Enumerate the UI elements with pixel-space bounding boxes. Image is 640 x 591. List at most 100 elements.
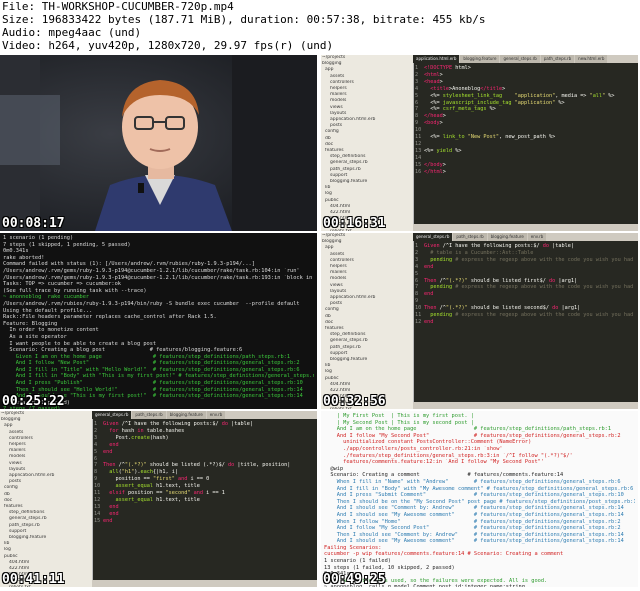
line-number: 4 [415, 263, 419, 270]
line-number: 4 [415, 85, 419, 92]
editor-tab[interactable]: env.rb [527, 233, 547, 241]
editor-tab[interactable]: blogging.feature [166, 411, 206, 419]
code-line: 8 </head> [415, 113, 636, 120]
terminal-output[interactable]: | My First Post | This is my first post.… [321, 411, 638, 587]
editor-tab[interactable]: general_steps.rb [413, 233, 453, 241]
code-text: pending # express the regexp above with … [430, 312, 634, 319]
editor-tab[interactable]: env.rb [206, 411, 226, 419]
line-number: 5 [415, 270, 419, 277]
code-text: end [424, 291, 434, 298]
line-number: 8 [415, 291, 419, 298]
editor-tab[interactable]: blogging.feature [460, 55, 500, 63]
editor-tab[interactable]: general_steps.rb [92, 411, 132, 419]
editor-tab[interactable]: path_steps.rb [132, 411, 166, 419]
terminal-line: rake aborted! [3, 254, 45, 261]
line-number: 13 [94, 503, 101, 510]
terminal-line: And I should see "Comment by: Andrew" # … [324, 505, 624, 512]
code-text: <%= link_to "New Post", new_post_path %> [424, 134, 556, 141]
terminal-line: When I fill in "Name" with "Andrew" # fe… [324, 478, 621, 485]
code-text: <title>Anoneblog</title> [430, 85, 506, 92]
terminal-output[interactable]: 1 scenario (1 pending) 7 steps (1 skipped… [0, 233, 317, 409]
terminal-line: And I am on the home page # features/ste… [324, 426, 612, 433]
terminal-line: (See full trace by running task with --t… [3, 287, 147, 294]
line-number: 10 [415, 127, 422, 134]
code-line: 15 </body> [415, 162, 636, 169]
line-number: 1 [415, 243, 419, 249]
timestamp: 00:41:11 [2, 572, 65, 587]
terminal-line: @wip [324, 465, 344, 472]
timestamp: 00:25:22 [2, 394, 65, 409]
code-text: <body> [424, 120, 443, 127]
line-number: 7 [94, 462, 98, 469]
editor-tab[interactable]: general_steps.rb [500, 55, 540, 63]
code-line: 2 <html> [415, 72, 636, 79]
timestamp: 00:49:25 [323, 572, 386, 587]
line-number: 2 [415, 71, 419, 78]
line-number: 3 [94, 434, 98, 441]
code-area[interactable]: 1 Given /^I have the following posts:$/ d… [415, 243, 636, 401]
terminal-line: Scenario: Creating a comment # features/… [324, 472, 564, 479]
code-line: 6 [94, 456, 315, 463]
code-line: 15 end [94, 518, 315, 525]
editor-tab[interactable]: new.html.erb [575, 55, 608, 63]
thumbnail-5: ~/projects blogging app assets controllers he… [0, 411, 317, 587]
code-text: <%= javascript_include_tag "application"… [424, 99, 565, 106]
code-line: 4 <title>Anoneblog</title> [415, 86, 636, 93]
code-text: Given /^I have the following posts:$/ do… [424, 243, 574, 249]
file-size: Size: 196833422 bytes (187.71 MiB), dura… [2, 13, 486, 26]
line-number: 15 [415, 161, 422, 168]
terminal-line: Rack::File headers parameter replaces ca… [3, 314, 217, 321]
code-line: 3 Post.create(hash) [94, 435, 315, 442]
terminal-line: uninitialized constant PostsController::… [324, 439, 532, 446]
project-sidebar[interactable]: ~/projects blogging app assets controllers he… [321, 233, 414, 409]
code-area[interactable]: 1 <!DOCTYPE html> 2 <html> 3 <head> 4 <title>A… [415, 65, 636, 223]
thumbnail-2: ~/projects blogging app assets controllers he… [321, 55, 638, 231]
code-line: 10 [415, 127, 636, 134]
code-line: 12 end [415, 319, 636, 326]
terminal-line: | My Second Post | This is my second pos… [324, 419, 474, 426]
line-number: 15 [94, 517, 101, 524]
terminal-line: And I should see "My Awesome comment" # … [324, 511, 624, 518]
terminal-line: Tasks: TOP => cucumber => cucumber:ok [3, 281, 121, 288]
code-line: 11 elsif position == "second" and i == 1 [94, 490, 315, 497]
code-line: 8 end [415, 291, 636, 298]
terminal-line: Using the default profile... [3, 307, 93, 314]
terminal-line: ./features/step_definitions/general_step… [324, 452, 573, 459]
code-text: assert_equal h1.text, title [115, 496, 200, 503]
line-number: 2 [94, 427, 98, 434]
project-sidebar[interactable]: ~/projects blogging app assets controllers he… [0, 411, 93, 587]
code-area[interactable]: 1 Given /^I have the following posts:$/ d… [94, 421, 315, 579]
editor-tab[interactable]: blogging.feature [487, 233, 527, 241]
terminal-line: Feature: Blogging [3, 320, 58, 327]
line-number: 1 [415, 65, 419, 71]
editor-tabs[interactable]: general_steps.rb path_steps.rb blogging.fe… [413, 233, 638, 241]
terminal-line: Scenario: Creating a blog post # feature… [3, 347, 243, 354]
code-text: end [424, 318, 434, 325]
thumbnail-3: 1 scenario (1 pending) 7 steps (1 skipped… [0, 233, 317, 409]
terminal-line: And I fill in "Body" with "My Awesome co… [324, 485, 634, 492]
project-sidebar[interactable]: ~/projects blogging app assets controllers he… [321, 55, 414, 231]
code-text: </body> [424, 161, 446, 168]
status-bar [413, 402, 638, 409]
editor-tab[interactable]: application.html.erb [413, 55, 460, 63]
editor-tab[interactable]: path_steps.rb [540, 55, 575, 63]
code-line: 13 <%= yield %> [415, 148, 636, 155]
code-text: Then /^"(.*?)" should be listed first$/ … [424, 277, 578, 284]
line-number: 14 [415, 154, 422, 161]
terminal-line: And I follow "New Post" # features/step_… [3, 360, 300, 367]
code-text: end [109, 510, 119, 517]
code-line: 7 Then /^"(.*?)" should be listed (.*?)$/… [94, 462, 315, 469]
terminal-line: And I follow "My Second Post" # features… [324, 525, 621, 532]
terminal-line: /Users/andrew/.rvm/rubies/ruby-1.9.3-p19… [3, 300, 300, 307]
line-number: 6 [415, 99, 419, 106]
terminal-line: 1 scenario (1 pending) [3, 235, 74, 241]
editor-tab[interactable]: path_steps.rb [453, 233, 487, 241]
editor-tabs[interactable]: application.html.erb blogging.feature gene… [413, 55, 638, 63]
terminal-line: Then I should be on the "My Second Post"… [324, 498, 635, 505]
line-number: 3 [415, 256, 419, 263]
line-number: 8 [415, 113, 419, 120]
editor-tabs[interactable]: general_steps.rb path_steps.rb blogging.fe… [92, 411, 317, 419]
code-line: 4 end [94, 442, 315, 449]
line-number: 10 [94, 483, 101, 490]
code-line: 2 for hash in table.hashes [94, 428, 315, 435]
